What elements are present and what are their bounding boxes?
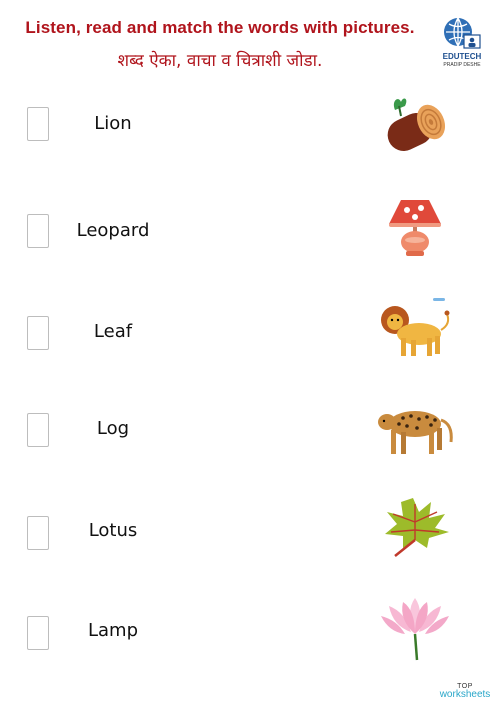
answer-box-4[interactable] <box>27 413 49 447</box>
leopard-icon[interactable] <box>375 396 455 466</box>
lamp-icon[interactable] <box>375 196 455 266</box>
log-icon[interactable] <box>375 92 455 162</box>
word-label-5: Lotus <box>88 520 138 541</box>
watermark-brand-text: worksheets <box>439 689 491 700</box>
topworksheets-watermark: TOP worksheets <box>430 683 500 700</box>
word-label-6: Lamp <box>87 620 139 641</box>
word-label-2: Leopard <box>76 220 150 241</box>
answer-box-5[interactable] <box>27 516 49 550</box>
word-label-4: Log <box>96 418 130 439</box>
lotus-icon[interactable] <box>375 594 455 664</box>
answer-box-6[interactable] <box>27 616 49 650</box>
answer-box-1[interactable] <box>27 107 49 141</box>
lion-icon[interactable] <box>375 294 455 364</box>
word-label-3: Leaf <box>93 321 133 342</box>
leaf-icon[interactable] <box>375 492 455 562</box>
word-label-1: Lion <box>94 113 132 134</box>
page-title: Listen, read and match the words with pi… <box>25 18 415 37</box>
logo-name: EDUTECH <box>442 52 482 61</box>
logo-subtext: PRADIP DESHE <box>443 62 481 68</box>
page-subtitle: शब्द ऐका, वाचा व चित्राशी जोडा. <box>117 51 323 71</box>
answer-box-3[interactable] <box>27 316 49 350</box>
answer-box-2[interactable] <box>27 214 49 248</box>
